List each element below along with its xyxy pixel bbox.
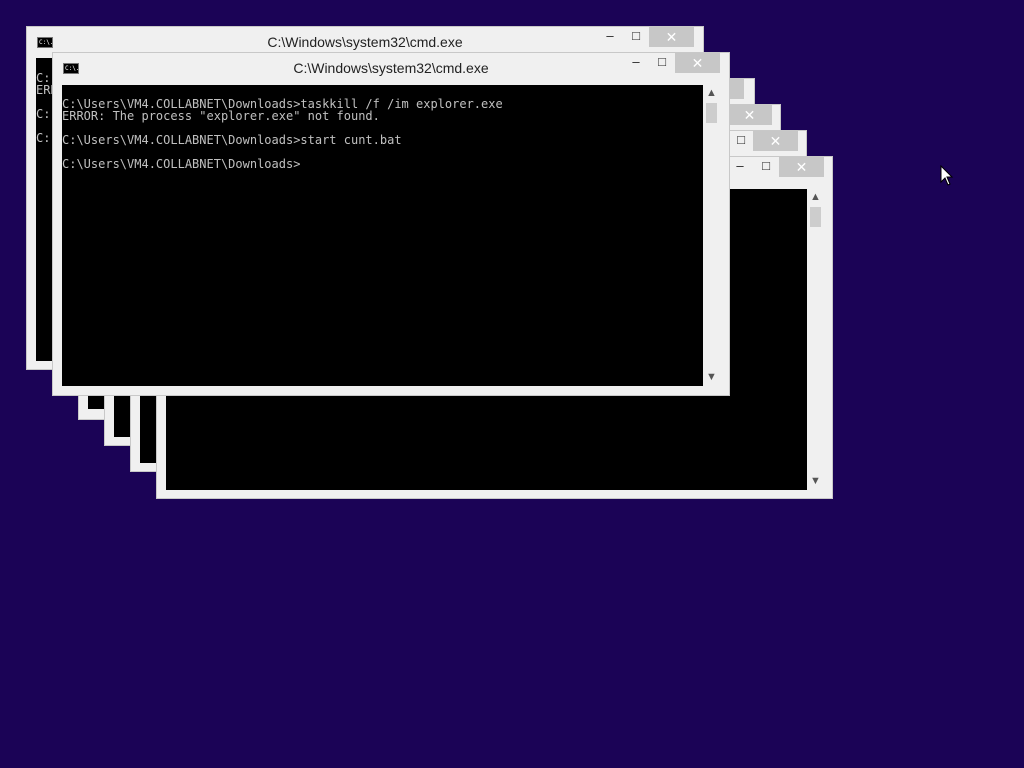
close-icon[interactable]: ✕ — [779, 157, 824, 177]
console-text: C:\Users\VM4.COLLABNET\Downloads>taskkil… — [62, 97, 503, 171]
scroll-thumb[interactable] — [810, 207, 821, 227]
minimize-icon[interactable]: – — [623, 53, 649, 73]
console-output[interactable] — [114, 395, 130, 437]
scroll-up-arrow-icon[interactable]: ▲ — [703, 85, 720, 102]
maximize-icon[interactable]: □ — [623, 27, 649, 47]
maximize-icon[interactable]: □ — [728, 131, 754, 151]
minimize-icon[interactable]: – — [727, 157, 753, 177]
vertical-scrollbar[interactable]: ▲ ▼ — [807, 189, 824, 490]
mouse-pointer-icon — [940, 165, 954, 186]
scroll-down-arrow-icon[interactable]: ▼ — [703, 369, 720, 386]
console-output[interactable] — [88, 395, 104, 409]
title-bar[interactable]: C:\. C:\Windows\system32\cmd.exe – □ ✕ — [53, 53, 729, 81]
close-icon[interactable]: ✕ — [675, 53, 720, 73]
close-icon[interactable]: ✕ — [649, 27, 694, 47]
minimize-icon[interactable]: – — [597, 27, 623, 47]
console-output[interactable]: C:\Users\VM4.COLLABNET\Downloads>taskkil… — [62, 85, 703, 386]
scroll-up-arrow-icon[interactable]: ▲ — [807, 189, 824, 206]
cmd-window-front[interactable]: C:\. C:\Windows\system32\cmd.exe – □ ✕ C… — [52, 52, 730, 396]
scroll-down-arrow-icon[interactable]: ▼ — [807, 473, 824, 490]
maximize-icon[interactable]: □ — [753, 157, 779, 177]
maximize-icon[interactable]: □ — [649, 53, 675, 73]
close-icon[interactable]: ✕ — [727, 105, 772, 125]
console-output[interactable] — [140, 395, 156, 463]
close-icon[interactable]: ✕ — [753, 131, 798, 151]
title-bar[interactable]: C:\. C:\Windows\system32\cmd.exe – □ ✕ — [27, 27, 703, 55]
scroll-thumb[interactable] — [706, 103, 717, 123]
vertical-scrollbar[interactable]: ▲ ▼ — [703, 85, 720, 386]
